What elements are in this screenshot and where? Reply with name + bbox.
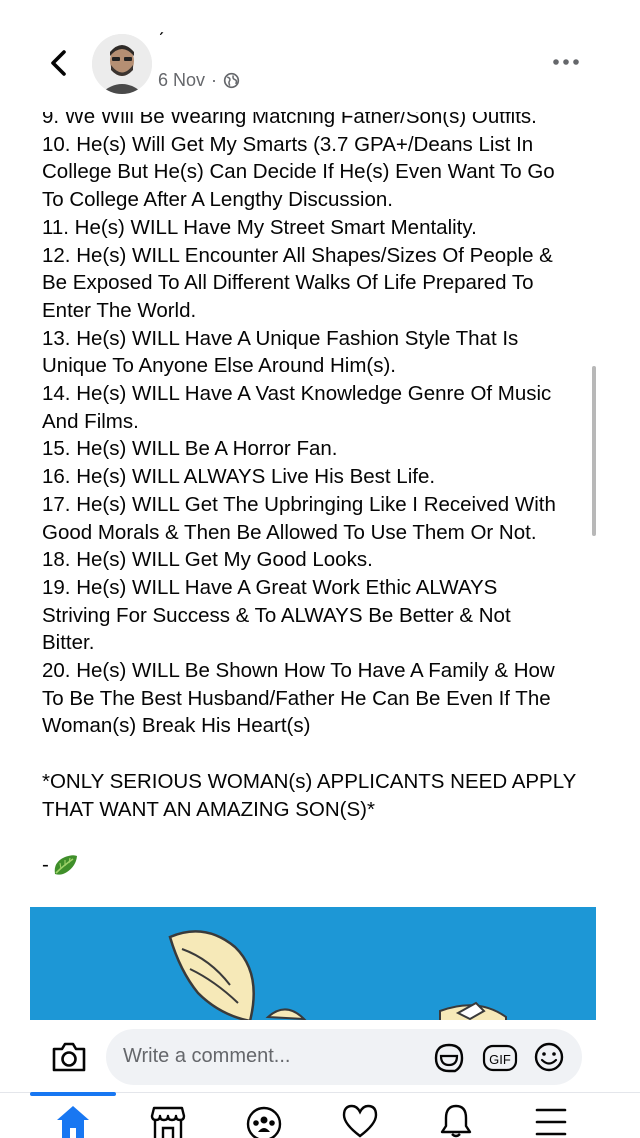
bell-icon[interactable] [436, 1102, 476, 1138]
post-date[interactable]: 6 Nov [158, 70, 205, 91]
avatar[interactable] [92, 34, 152, 94]
post-line: 14. He(s) WILL Have A Vast Knowledge Gen… [42, 382, 552, 406]
post-line: *ONLY SERIOUS WOMAN(s) APPLICANTS NEED A… [42, 769, 577, 793]
post-line: Woman(s) Break His Heart(s) [42, 714, 311, 738]
signature-prefix: - [42, 852, 49, 876]
post-line: To Be The Best Husband/Father He Can Be … [42, 686, 551, 710]
post-line: THAT WANT AN AMAZING SON(S)* [42, 797, 375, 821]
meta-separator: · [211, 70, 218, 90]
gif-button[interactable]: GIF [482, 1043, 518, 1073]
dove-illustration [168, 930, 507, 1027]
camera-icon[interactable] [50, 1039, 88, 1075]
active-tab-indicator [30, 1092, 116, 1096]
post-line: Be Exposed To All Different Walks Of Lif… [42, 271, 534, 295]
more-options-icon[interactable] [552, 52, 580, 72]
scrollbar[interactable] [592, 366, 596, 536]
leafy-green-emoji-icon [54, 854, 77, 875]
post-line: 16. He(s) WILL ALWAYS Live His Best Life… [42, 465, 436, 489]
post-line: 13. He(s) WILL Have A Unique Fashion Sty… [42, 326, 519, 350]
post-image[interactable] [30, 907, 596, 1027]
post-header: ˊ 6 Nov · [0, 0, 640, 112]
globe-icon [223, 72, 240, 89]
post-line: 18. He(s) WILL Get My Good Looks. [42, 548, 373, 572]
gif-icon: GIF [482, 1044, 518, 1072]
post-line: 20. He(s) WILL Be Shown How To Have A Fa… [42, 659, 555, 683]
post-line: 12. He(s) WILL Encounter All Shapes/Size… [42, 243, 553, 267]
back-icon[interactable] [44, 46, 76, 80]
menu-icon[interactable] [531, 1102, 571, 1138]
author-name[interactable]: ˊ [158, 30, 165, 53]
post-line: Enter The World. [42, 298, 197, 322]
post-line: 11. He(s) WILL Have My Street Smart Ment… [42, 215, 477, 239]
sticker-icon[interactable] [432, 1041, 466, 1075]
post-line: 10. He(s) Will Get My Smarts (3.7 GPA+/D… [42, 132, 534, 156]
post-line: 17. He(s) WILL Get The Upbringing Like I… [42, 492, 556, 516]
home-icon[interactable] [53, 1102, 93, 1138]
post-line: Bitter. [42, 631, 95, 655]
heart-icon[interactable] [340, 1102, 380, 1138]
post-line: 15. He(s) WILL Be A Horror Fan. [42, 437, 338, 461]
profile-photo [92, 34, 152, 94]
post-line: Striving For Success & To ALWAYS Be Bett… [42, 603, 511, 627]
marketplace-icon[interactable] [148, 1102, 188, 1138]
comment-placeholder: Write a comment... [123, 1045, 291, 1067]
gif-label: GIF [489, 1052, 511, 1067]
post-line: 19. He(s) WILL Have A Great Work Ethic A… [42, 575, 498, 599]
smiley-icon[interactable] [532, 1040, 566, 1074]
post-line: To College After A Lengthy Discussion. [42, 188, 393, 212]
signature-line: - [42, 851, 582, 879]
post-line: College But He(s) Can Decide If He(s) Ev… [42, 160, 555, 184]
post-line: Unique To Anyone Else Around Him(s). [42, 354, 397, 378]
post-meta: 6 Nov · [158, 70, 240, 91]
groups-icon[interactable] [244, 1102, 284, 1138]
post-body: 9. We Will Be Wearing Matching Father/So… [42, 103, 582, 893]
post-line: And Films. [42, 409, 139, 433]
post-line: Good Morals & Then Be Allowed To Use The… [42, 520, 537, 544]
